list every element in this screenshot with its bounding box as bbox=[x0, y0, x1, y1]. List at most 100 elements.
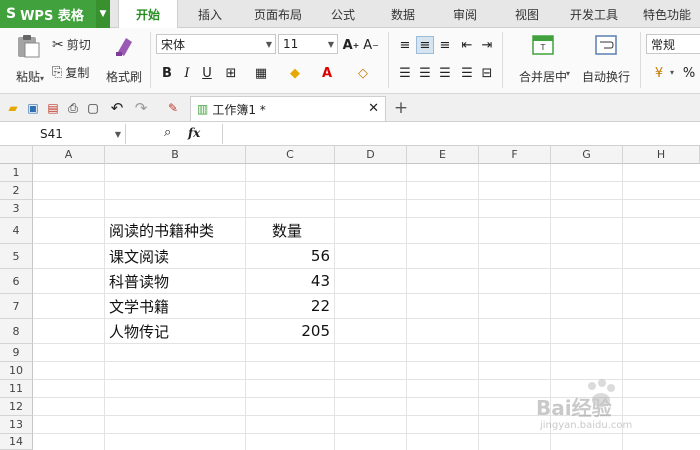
ribbon: 粘贴 ▾ ✂ 剪切 ⎘ 复制 格式刷 宋体 ▼ 11 ▼ A + A − B I U… bbox=[0, 28, 700, 94]
increase-font-icon[interactable]: A + bbox=[342, 36, 360, 54]
open-folder-icon[interactable]: ▰ bbox=[4, 99, 22, 117]
close-icon[interactable]: ✕ bbox=[368, 101, 379, 116]
decrease-indent-icon[interactable]: ⇤ bbox=[458, 36, 476, 54]
gridline bbox=[33, 199, 700, 200]
redo-icon[interactable]: ↷ bbox=[132, 99, 150, 117]
cell-c8[interactable]: 205 bbox=[246, 319, 334, 343]
align-left-icon[interactable]: ☰ bbox=[396, 64, 414, 82]
tab-developer[interactable]: 开发工具 bbox=[562, 0, 626, 28]
align-top-icon[interactable]: ≡ bbox=[396, 36, 414, 54]
formula-input[interactable] bbox=[222, 124, 700, 144]
align-middle-icon[interactable]: ≡ bbox=[416, 36, 434, 54]
export-pdf-icon[interactable]: ▤ bbox=[44, 99, 62, 117]
cell-b6[interactable]: 科普读物 bbox=[105, 269, 245, 293]
zoom-icon[interactable]: ⌕ bbox=[164, 125, 171, 140]
col-header-h[interactable]: H bbox=[623, 146, 700, 164]
gridline bbox=[33, 181, 700, 182]
font-name-select[interactable]: 宋体 ▼ bbox=[156, 34, 276, 54]
merge-dropdown-icon[interactable]: ▾ bbox=[566, 69, 570, 78]
col-header-a[interactable]: A bbox=[33, 146, 105, 164]
merge-cells-icon: T bbox=[532, 35, 554, 55]
app-name: WPS 表格 bbox=[20, 8, 84, 24]
row-header-7[interactable]: 7 bbox=[0, 294, 33, 319]
row-header-10[interactable]: 10 bbox=[0, 362, 33, 380]
cell-b5[interactable]: 课文阅读 bbox=[105, 244, 245, 268]
align-center-icon[interactable]: ☰ bbox=[416, 64, 434, 82]
currency-icon[interactable]: ¥ bbox=[650, 64, 668, 82]
tab-view[interactable]: 视图 bbox=[504, 0, 550, 28]
currency-dropdown-icon[interactable]: ▾ bbox=[670, 68, 674, 77]
row-header-14[interactable]: 14 bbox=[0, 434, 33, 450]
cell-c7[interactable]: 22 bbox=[246, 294, 334, 318]
number-format-select[interactable]: 常规 bbox=[646, 34, 700, 54]
tab-formula[interactable]: 公式 bbox=[320, 0, 366, 28]
justify-icon[interactable]: ☰ bbox=[458, 64, 476, 82]
font-size-select[interactable]: 11 ▼ bbox=[278, 34, 338, 54]
cell-b7[interactable]: 文学书籍 bbox=[105, 294, 245, 318]
row-header-4[interactable]: 4 bbox=[0, 218, 33, 244]
col-header-c[interactable]: C bbox=[246, 146, 335, 164]
col-header-f[interactable]: F bbox=[479, 146, 551, 164]
row-header-13[interactable]: 13 bbox=[0, 416, 33, 434]
wrap-text-icon bbox=[595, 35, 617, 55]
align-right-icon[interactable]: ☰ bbox=[436, 64, 454, 82]
percent-button[interactable]: % bbox=[680, 64, 698, 82]
distribute-icon[interactable]: ⊟ bbox=[478, 64, 496, 82]
cell-c4[interactable]: 数量 bbox=[246, 218, 334, 243]
cell-c5[interactable]: 56 bbox=[246, 244, 334, 268]
decrease-font-icon[interactable]: A − bbox=[362, 36, 380, 54]
cell-b8[interactable]: 人物传记 bbox=[105, 319, 245, 343]
col-header-b[interactable]: B bbox=[105, 146, 246, 164]
row-header-2[interactable]: 2 bbox=[0, 182, 33, 200]
align-bottom-icon[interactable]: ≡ bbox=[436, 36, 454, 54]
font-color-icon[interactable]: A bbox=[318, 64, 336, 82]
clear-format-icon[interactable]: ◇ bbox=[354, 64, 372, 82]
new-tab-icon[interactable]: + bbox=[392, 98, 410, 118]
tab-page-layout[interactable]: 页面布局 bbox=[246, 0, 310, 28]
fill-pattern-icon[interactable]: ▦ bbox=[252, 64, 270, 82]
row-header-5[interactable]: 5 bbox=[0, 244, 33, 269]
select-all-corner[interactable] bbox=[0, 146, 33, 164]
borders-icon[interactable]: ⊞ bbox=[222, 64, 240, 82]
gridline bbox=[33, 343, 700, 344]
col-header-e[interactable]: E bbox=[407, 146, 479, 164]
tab-insert[interactable]: 插入 bbox=[186, 0, 234, 28]
wrap-text-button[interactable]: 自动换行 bbox=[580, 34, 632, 85]
row-header-6[interactable]: 6 bbox=[0, 269, 33, 294]
cell-b4[interactable]: 阅读的书籍种类 bbox=[105, 218, 245, 243]
format-painter-button[interactable]: 格式刷 bbox=[104, 34, 144, 85]
copy-button[interactable]: ⎘ 复制 bbox=[52, 64, 89, 81]
app-menu-dropdown-icon[interactable]: ▼ bbox=[96, 0, 110, 28]
tab-review[interactable]: 审阅 bbox=[442, 0, 488, 28]
col-header-g[interactable]: G bbox=[551, 146, 623, 164]
fx-icon[interactable]: fx bbox=[188, 126, 200, 140]
row-header-3[interactable]: 3 bbox=[0, 200, 33, 218]
tab-special[interactable]: 特色功能 bbox=[634, 0, 700, 28]
cut-button[interactable]: ✂ 剪切 bbox=[52, 36, 91, 53]
col-header-d[interactable]: D bbox=[335, 146, 407, 164]
row-header-11[interactable]: 11 bbox=[0, 380, 33, 398]
gridline bbox=[33, 361, 700, 362]
paste-dropdown-icon[interactable]: ▾ bbox=[40, 74, 44, 83]
tab-data[interactable]: 数据 bbox=[380, 0, 426, 28]
customize-icon[interactable]: ✎ bbox=[164, 99, 182, 117]
italic-button[interactable]: I bbox=[178, 64, 196, 82]
undo-icon[interactable]: ↶ bbox=[108, 99, 126, 117]
cell-c6[interactable]: 43 bbox=[246, 269, 334, 293]
row-header-9[interactable]: 9 bbox=[0, 344, 33, 362]
format-painter-icon bbox=[116, 38, 132, 56]
increase-indent-icon[interactable]: ⇥ bbox=[478, 36, 496, 54]
app-menu-button[interactable]: S WPS 表格 bbox=[0, 0, 96, 28]
print-icon[interactable]: ⎙ bbox=[64, 99, 82, 117]
bold-button[interactable]: B bbox=[158, 64, 176, 82]
name-box[interactable]: S41 ▼ bbox=[0, 124, 126, 144]
save-icon[interactable]: ▣ bbox=[24, 99, 42, 117]
fill-color-icon[interactable]: ◆ bbox=[286, 64, 304, 82]
row-header-12[interactable]: 12 bbox=[0, 398, 33, 416]
print-preview-icon[interactable]: ▢ bbox=[84, 99, 102, 117]
underline-button[interactable]: U bbox=[198, 64, 216, 82]
row-header-8[interactable]: 8 bbox=[0, 319, 33, 344]
tab-workbook[interactable]: ▥ 工作簿1 * ✕ bbox=[190, 96, 386, 121]
tab-start[interactable]: 开始 bbox=[118, 0, 178, 29]
row-header-1[interactable]: 1 bbox=[0, 164, 33, 182]
